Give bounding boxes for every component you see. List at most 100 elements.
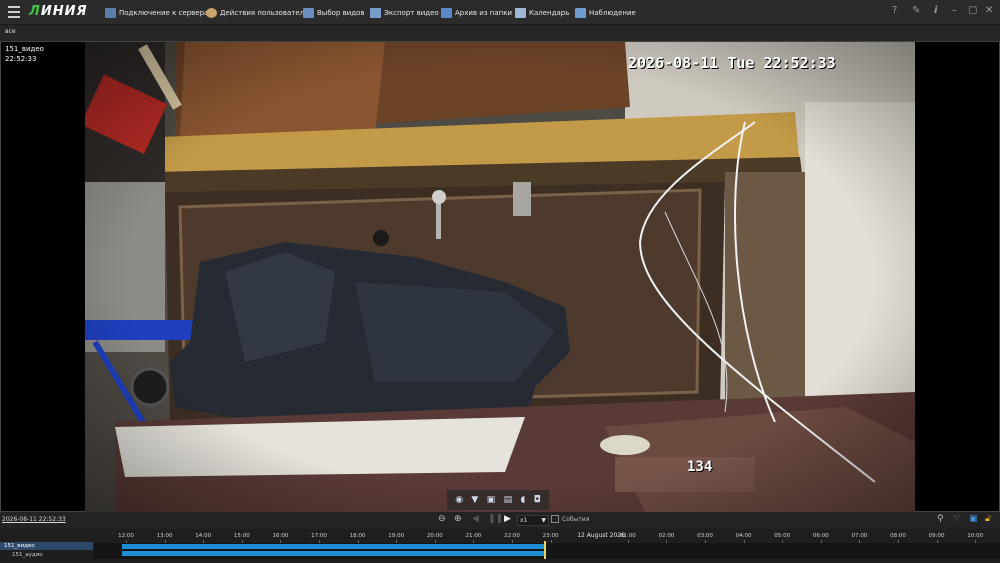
zoom-icon[interactable]: ◉ bbox=[455, 495, 463, 505]
timeline-tick bbox=[782, 540, 784, 543]
servers-icon bbox=[105, 7, 116, 18]
current-datetime[interactable]: 2026-08-11 22:52:33 bbox=[2, 516, 66, 523]
timeline-day-label: 12 August 2026 bbox=[577, 532, 625, 539]
info-icon[interactable]: i bbox=[934, 5, 937, 16]
timeline-tick bbox=[203, 540, 205, 543]
timeline-hour-label: 16:00 bbox=[272, 533, 289, 539]
tab-all[interactable]: все bbox=[5, 28, 16, 35]
menu-monitoring[interactable]: Наблюдение bbox=[575, 0, 636, 25]
prev-frame-icon[interactable]: ◀ bbox=[472, 514, 479, 524]
pin-timeline-icon[interactable]: ⚲ bbox=[937, 514, 944, 524]
menu-connect-servers[interactable]: Подключение к серверам bbox=[105, 0, 214, 25]
export-icon bbox=[370, 7, 381, 18]
video-viewport[interactable]: 151_видео 22:52:33 2026-08-11 Tue 22:52:… bbox=[0, 41, 1000, 512]
lock-icon[interactable]: 🔓︎ bbox=[985, 514, 991, 524]
chevron-down-icon: ▼ bbox=[541, 517, 546, 524]
archive-timeline[interactable]: 151_видео 151_аудио 12:00 13:00 14:00 15:00… bbox=[0, 529, 1000, 563]
pause-icon[interactable]: ❚❚ bbox=[488, 514, 503, 524]
timeline-tick bbox=[627, 540, 629, 543]
timeline-hour-label: 14:00 bbox=[195, 533, 212, 539]
audio-recording-segment[interactable] bbox=[122, 551, 544, 556]
layout-icon[interactable]: ▣ bbox=[969, 514, 978, 524]
timeline-tick bbox=[280, 540, 282, 543]
camera-settings-icon[interactable]: ▤ bbox=[504, 495, 513, 505]
timeline-tick bbox=[820, 540, 822, 543]
zoom-in-icon[interactable]: ⊕ bbox=[454, 514, 462, 524]
track-label-audio[interactable]: 151_аудио bbox=[0, 551, 93, 559]
timeline-hour-label: 23:00 bbox=[542, 533, 559, 539]
view-tabs: все bbox=[0, 25, 1000, 41]
title-bar: ЛИНИЯ Подключение к серверам Действия по… bbox=[0, 0, 1000, 25]
play-icon[interactable]: ▶ bbox=[504, 514, 511, 524]
menu-archive-from-folder[interactable]: Архив из папки bbox=[441, 0, 512, 25]
timeline-hour-label: 09:00 bbox=[928, 533, 945, 539]
minimize-icon[interactable]: – bbox=[952, 5, 957, 16]
camera-name: 151_видео bbox=[5, 45, 44, 53]
events-checkbox[interactable] bbox=[551, 515, 559, 523]
pin-icon[interactable]: ✎ bbox=[912, 5, 920, 16]
close-icon[interactable]: ✕ bbox=[985, 5, 993, 16]
save-icon[interactable]: ▣ bbox=[487, 495, 496, 505]
video-overlay-toolbar: ◉ ▼ ▣ ▤ ◖ ◘ bbox=[447, 490, 549, 510]
timeline-hour-label: 02:00 bbox=[658, 533, 675, 539]
timeline-hour-label: 06:00 bbox=[812, 533, 829, 539]
menu-user-actions[interactable]: Действия пользователя bbox=[206, 0, 308, 25]
timeline-hour-label: 05:00 bbox=[774, 533, 791, 539]
timeline-hour-label: 08:00 bbox=[890, 533, 906, 539]
user-actions-icon bbox=[206, 7, 217, 18]
export-range-icon[interactable]: ⤧ bbox=[953, 514, 960, 524]
speed-select[interactable]: x1 ▼ bbox=[517, 515, 549, 526]
folder-archive-icon bbox=[441, 7, 452, 18]
hamburger-menu-icon[interactable] bbox=[8, 6, 20, 18]
filter-icon[interactable]: ▼ bbox=[471, 495, 478, 505]
camera-frame: 2026-08-11 Tue 22:52:33 134 bbox=[85, 42, 915, 512]
timeline-tick bbox=[898, 540, 899, 543]
timeline-hour-label: 07:00 bbox=[851, 533, 868, 539]
timeline-tick bbox=[434, 540, 436, 543]
timeline-hour-label: 20:00 bbox=[426, 533, 443, 539]
timeline-hour-label: 19:00 bbox=[388, 533, 405, 539]
timeline-scale[interactable]: 12:00 13:00 14:00 15:00 16:00 17:00 18:00 19:00… bbox=[94, 529, 1000, 563]
timeline-hour-label: 22:00 bbox=[504, 533, 520, 539]
timeline-tick bbox=[705, 540, 706, 543]
track-label-video[interactable]: 151_видео bbox=[0, 542, 93, 550]
timeline-hour-label: 15:00 bbox=[233, 533, 250, 539]
timeline-tick bbox=[357, 540, 359, 543]
audio-icon[interactable]: ◖ bbox=[521, 495, 526, 505]
camera-image bbox=[85, 42, 915, 512]
camera-label: 151_видео 22:52:33 bbox=[4, 44, 45, 64]
playback-cursor[interactable] bbox=[544, 541, 546, 559]
timeline-hour-label: 21:00 bbox=[465, 533, 482, 539]
snapshot-icon[interactable]: ◘ bbox=[534, 495, 541, 505]
monitor-icon bbox=[575, 7, 586, 18]
app-logo: ЛИНИЯ bbox=[29, 4, 88, 19]
timeline-hour-label: 03:00 bbox=[697, 533, 713, 539]
timeline-tick bbox=[473, 540, 475, 543]
timeline-tick bbox=[975, 540, 977, 543]
timeline-tick bbox=[319, 540, 320, 543]
maximize-icon[interactable]: ▢ bbox=[968, 5, 977, 16]
timeline-hour-label: 18:00 bbox=[349, 533, 366, 539]
osd-camera-number: 134 bbox=[687, 459, 713, 475]
timeline-hour-label: 12:00 bbox=[118, 533, 134, 539]
timeline-track-labels: 151_видео 151_аудио bbox=[0, 542, 93, 562]
timeline-tick bbox=[666, 540, 668, 543]
timeline-tick bbox=[936, 540, 938, 543]
timeline-tick bbox=[859, 540, 861, 543]
timeline-hour-label: 17:00 bbox=[311, 533, 327, 539]
timeline-tick bbox=[241, 540, 243, 543]
timeline-hour-label: 04:00 bbox=[735, 533, 752, 539]
zoom-out-icon[interactable]: ⊖ bbox=[438, 514, 446, 524]
menu-select-views[interactable]: Выбор видов bbox=[303, 0, 365, 25]
timeline-tick bbox=[396, 540, 398, 543]
menu-export-video[interactable]: Экспорт видео bbox=[370, 0, 439, 25]
timeline-tick bbox=[126, 540, 127, 543]
menu-calendar[interactable]: Календарь bbox=[515, 0, 569, 25]
events-toggle[interactable]: События bbox=[551, 515, 589, 523]
video-recording-segment[interactable] bbox=[122, 544, 544, 549]
timeline-hour-label: 13:00 bbox=[156, 533, 173, 539]
timeline-tick bbox=[164, 540, 166, 543]
views-icon bbox=[303, 7, 314, 18]
osd-timestamp: 2026-08-11 Tue 22:52:33 bbox=[628, 54, 836, 72]
help-icon[interactable]: ? bbox=[892, 5, 897, 16]
